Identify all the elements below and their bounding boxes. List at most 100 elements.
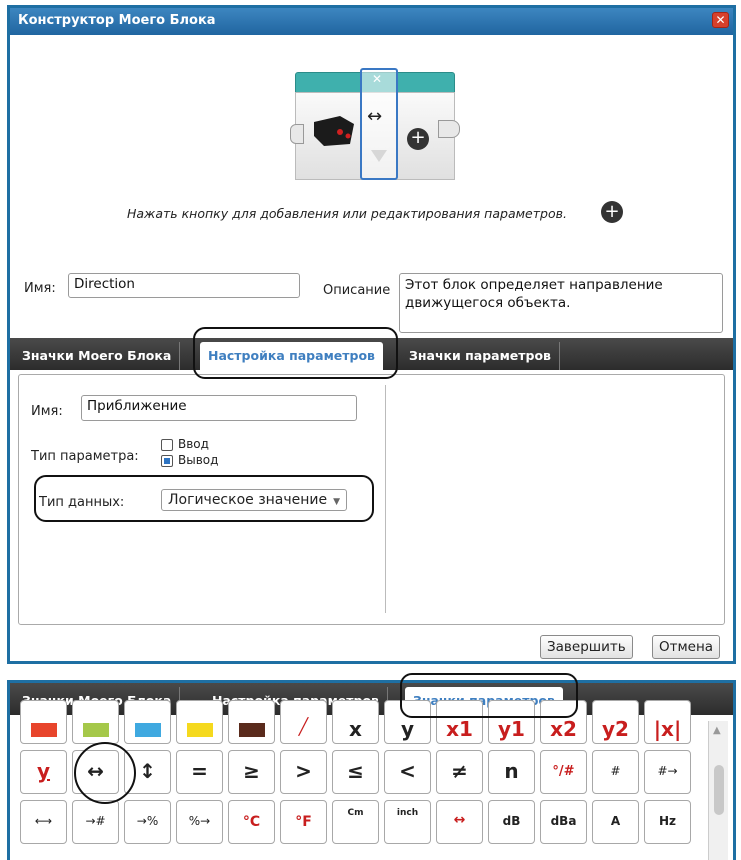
span-icon[interactable]: ↔ [436,800,483,844]
tab-parameter-icons[interactable]: Значки параметров [401,342,560,370]
icon-glyph: |x| [653,717,682,741]
icon-glyph: dBa [550,814,577,828]
blue-swatch-icon[interactable] [124,700,171,744]
param-type-label: Тип параметра: [31,449,139,464]
name-label: Имя: [24,281,56,296]
yellow-swatch-icon[interactable] [176,700,223,744]
x1-icon[interactable]: x1 [436,700,483,744]
not-equal-icon[interactable]: ≠ [436,750,483,794]
parameter-icons-panel: Значки Моего Блока Настройка параметров … [7,680,736,860]
degree-hash-icon[interactable]: °/# [540,750,587,794]
icon-glyph: Hz [658,814,677,828]
input-option-label: Ввод [178,437,209,451]
icon-glyph: x [349,717,362,741]
hash-down-icon[interactable]: # [592,750,639,794]
block-name-input[interactable]: Direction [68,273,300,298]
db-icon[interactable]: dB [488,800,535,844]
cm-icon[interactable]: Cm [332,800,379,844]
scroll-up-icon[interactable]: ▲ [713,725,721,736]
horizontal-arrow-icon: ↔ [367,106,383,127]
icon-glyph: #→ [657,764,678,778]
color-swatch [31,723,57,737]
sequence-input-plug-icon [290,124,304,144]
less-equal-icon[interactable]: ≤ [332,750,379,794]
width-icon[interactable]: ⟷ [20,800,67,844]
green-swatch-icon[interactable] [72,700,119,744]
x2-icon[interactable]: x2 [540,700,587,744]
data-type-label: Тип данных: [39,495,125,510]
icon-glyph: inch [396,808,419,818]
icon-glyph: y [400,717,415,741]
input-checkbox[interactable] [161,439,173,451]
icon-glyph: %→ [188,814,211,828]
finish-button[interactable]: Завершить [540,635,633,659]
fahrenheit-icon[interactable]: °F [280,800,327,844]
output-checkbox[interactable] [161,455,173,467]
remove-parameter-icon[interactable]: ✕ [372,72,382,86]
tab-my-block-icons[interactable]: Значки Моего Блока [14,342,181,370]
percent-out-icon[interactable]: %→ [176,800,223,844]
y-icon[interactable]: y [384,700,431,744]
x-icon[interactable]: x [332,700,379,744]
icon-glyph: →% [136,814,159,828]
icon-glyph: = [191,759,208,783]
selected-parameter[interactable]: ✕ ↔ [360,68,398,180]
icon-glyph: →# [85,814,106,828]
close-icon[interactable]: ✕ [712,12,729,28]
icon-glyph: > [295,759,312,783]
icon-glyph: ↕ [139,759,156,783]
red-swatch-icon[interactable] [20,700,67,744]
y-underline-icon[interactable]: y [20,750,67,794]
icon-glyph: Cm [347,808,364,818]
block-sensor-icon [314,116,354,146]
celsius-icon[interactable]: °C [228,800,275,844]
tab-parameter-setup[interactable]: Настройка параметров [200,342,383,370]
horizontal-arrow-icon[interactable]: ↔ [72,750,119,794]
description-input[interactable]: Этот блок определяет направление движуще… [399,273,723,333]
hash-out-icon[interactable]: #→ [644,750,691,794]
y2-icon[interactable]: y2 [592,700,639,744]
data-type-select[interactable]: Логическое значение ▼ [161,489,348,511]
equals-icon[interactable]: = [176,750,223,794]
inch-icon[interactable]: inch [384,800,431,844]
n-icon[interactable]: n [488,750,535,794]
y1-icon[interactable]: y1 [488,700,535,744]
greater-than-icon[interactable]: > [280,750,327,794]
icon-glyph: dB [502,814,521,828]
icon-glyph: ≠ [451,759,468,783]
greater-equal-icon[interactable]: ≥ [228,750,275,794]
icon-glyph: x1 [446,717,473,741]
icon-glyph: A [610,814,621,828]
hash-in-icon[interactable]: →# [72,800,119,844]
icon-glyph: ≤ [347,759,364,783]
abs-x-icon[interactable]: |x| [644,700,691,744]
icon-glyph: °F [295,814,312,830]
icon-glyph: ╱ [298,717,309,736]
less-than-icon[interactable]: < [384,750,431,794]
dialog-tab-bar: Значки Моего Блока Настройка параметров … [10,338,733,370]
block-preview-area: ✕ ↔ + Нажать кнопку для добавления или р… [10,35,733,338]
slash-box-icon[interactable]: ╱ [280,700,327,744]
icon-glyph: x2 [550,717,577,741]
icon-grid-scrollbar[interactable]: ▲ [708,721,728,860]
hz-icon[interactable]: Hz [644,800,691,844]
cancel-button[interactable]: Отмена [652,635,721,659]
vertical-arrow-icon[interactable]: ↕ [124,750,171,794]
scroll-thumb[interactable] [714,765,724,815]
add-parameter-icon[interactable]: + [407,128,429,150]
icon-glyph: # [610,764,621,778]
parameter-setup-pane: Имя: Приближение Тип параметра: Ввод Выв… [10,370,733,661]
description-label: Описание [323,283,391,298]
icon-glyph: y1 [498,717,525,741]
param-name-input[interactable]: Приближение [81,395,357,421]
brown-swatch-icon[interactable] [228,700,275,744]
pane-divider [385,385,386,613]
output-option-label: Вывод [178,453,219,467]
a-icon[interactable]: A [592,800,639,844]
add-parameter-button[interactable]: + [601,201,623,223]
icon-glyph: < [399,759,416,783]
percent-in-icon[interactable]: →% [124,800,171,844]
my-block-builder-dialog: Конструктор Моего Блока ✕ ✕ ↔ + Нажать к… [7,5,736,664]
dba-icon[interactable]: dBa [540,800,587,844]
icon-glyph: ≥ [243,759,260,783]
